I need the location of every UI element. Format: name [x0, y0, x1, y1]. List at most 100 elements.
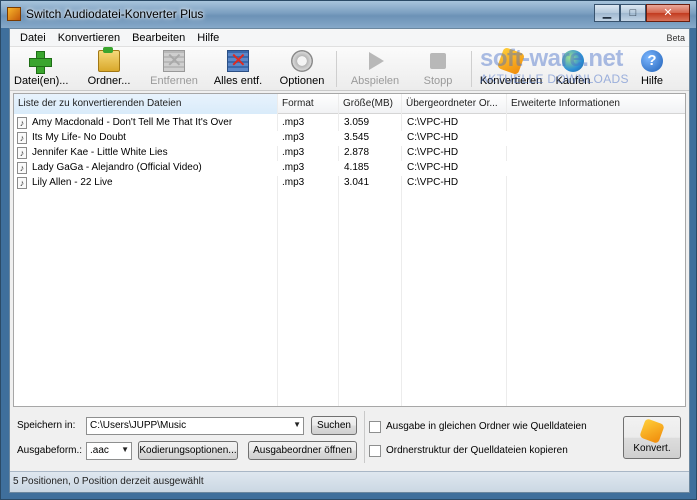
audio-file-icon: ♪: [17, 177, 27, 189]
stop-icon: [427, 50, 449, 72]
cell-folder: C:\VPC-HD: [407, 177, 459, 188]
folder-add-icon: [98, 47, 120, 72]
convert-icon: [496, 46, 526, 76]
open-output-folder-button[interactable]: Ausgabeordner öffnen: [248, 441, 357, 460]
globe-cart-icon: [562, 50, 584, 72]
close-button[interactable]: ✕: [646, 4, 690, 22]
table-row[interactable]: ♪ Lily Allen - 22 Live .mp3 3.041 C:\VPC…: [14, 176, 685, 191]
remove-all-button[interactable]: Alles entf.: [211, 48, 265, 89]
beta-badge: Beta: [666, 33, 685, 43]
cell-format: .mp3: [282, 177, 305, 188]
convert-toolbar-button[interactable]: Konvertieren: [478, 46, 544, 89]
cell-file-name: Amy Macdonald - Don't Tell Me That It's …: [32, 117, 233, 128]
audio-file-icon: ♪: [17, 147, 27, 159]
column-header-info[interactable]: Erweiterte Informationen: [507, 94, 685, 114]
search-button[interactable]: Suchen: [311, 416, 357, 435]
cell-info: [511, 116, 681, 131]
cell-size: 3.545: [344, 132, 370, 143]
cell-folder: C:\VPC-HD: [407, 117, 459, 128]
help-icon: ?: [641, 50, 663, 72]
menu-bar: Datei Konvertieren Bearbeiten Hilfe Beta: [10, 29, 689, 47]
app-logo-icon: [7, 7, 21, 21]
audio-file-icon: ♪: [17, 162, 27, 174]
play-icon: [364, 50, 386, 72]
column-header-folder[interactable]: Übergeordneter Or...: [402, 94, 506, 114]
output-format-label: Ausgabeform.:: [17, 445, 83, 456]
convert-button[interactable]: Konvert.: [623, 416, 681, 459]
copy-structure-label: Ordnerstruktur der Quelldateien kopieren: [386, 445, 568, 456]
cell-format: .mp3: [282, 117, 305, 128]
buy-button[interactable]: Kaufen: [550, 49, 596, 89]
toolbar: Datei(en)... Ordner... Entfernen Alles e…: [10, 45, 689, 91]
cell-folder: C:\VPC-HD: [407, 147, 459, 158]
same-folder-checkbox[interactable]: [369, 421, 381, 433]
remove-all-icon: [227, 48, 249, 73]
table-row[interactable]: ♪ Amy Macdonald - Don't Tell Me That It'…: [14, 116, 685, 131]
cell-size: 3.041: [344, 177, 370, 188]
table-row[interactable]: ♪ Jennifer Kae - Little White Lies .mp3 …: [14, 146, 685, 161]
status-text: 5 Positionen, 0 Position derzeit ausgewä…: [13, 476, 204, 487]
cell-info: [511, 161, 681, 176]
cell-file-name: Lily Allen - 22 Live: [32, 177, 113, 188]
convert-icon: [639, 418, 665, 444]
copy-structure-checkbox[interactable]: [369, 445, 381, 457]
cell-folder: C:\VPC-HD: [407, 162, 459, 173]
stop-button[interactable]: Stopp: [418, 49, 458, 89]
audio-file-icon: ♪: [17, 132, 27, 144]
remove-icon: [163, 48, 185, 73]
cell-size: 2.878: [344, 147, 370, 158]
status-bar: 5 Positionen, 0 Position derzeit ausgewä…: [10, 471, 689, 492]
cell-info: [511, 176, 681, 191]
cell-info: [511, 146, 681, 161]
output-settings-panel: Speichern in: C:\Users\JUPP\Music ▼ Such…: [13, 411, 686, 469]
cell-format: .mp3: [282, 147, 305, 158]
toolbar-separator: [471, 51, 472, 87]
menu-hilfe[interactable]: Hilfe: [191, 29, 225, 46]
minimize-button[interactable]: ▁: [594, 4, 620, 22]
table-row[interactable]: ♪ Lady GaGa - Alejandro (Official Video)…: [14, 161, 685, 176]
cell-format: .mp3: [282, 132, 305, 143]
menu-bearbeiten[interactable]: Bearbeiten: [126, 29, 191, 46]
cell-size: 4.185: [344, 162, 370, 173]
chevron-down-icon: ▼: [121, 445, 129, 454]
output-format-select[interactable]: .aac ▼: [86, 442, 132, 460]
window-title: Switch Audiodatei-Konverter Plus: [26, 7, 204, 21]
cell-file-name: Lady GaGa - Alejandro (Official Video): [32, 162, 202, 173]
options-button[interactable]: Optionen: [276, 49, 328, 89]
table-row[interactable]: ♪ Its My Life- No Doubt .mp3 3.545 C:\VP…: [14, 131, 685, 146]
wrench-options-icon: [291, 50, 313, 72]
save-in-label: Speichern in:: [17, 420, 76, 431]
cell-info: [511, 131, 681, 146]
save-in-combo[interactable]: C:\Users\JUPP\Music ▼: [86, 417, 304, 435]
app-window: Switch Audiodatei-Konverter Plus ▁ □ ✕ D…: [0, 0, 697, 500]
help-button[interactable]: ? Hilfe: [632, 49, 672, 89]
file-list[interactable]: Liste der zu konvertierenden Dateien For…: [13, 93, 686, 407]
remove-button[interactable]: Entfernen: [148, 48, 200, 89]
output-format-value: .aac: [90, 445, 109, 456]
same-folder-label: Ausgabe in gleichen Ordner wie Quelldate…: [386, 421, 587, 432]
cell-file-name: Its My Life- No Doubt: [32, 132, 126, 143]
chevron-down-icon: ▼: [293, 420, 301, 429]
add-folder-button[interactable]: Ordner...: [84, 47, 134, 89]
add-plus-icon: [28, 50, 52, 74]
menu-konvertieren[interactable]: Konvertieren: [52, 29, 126, 46]
title-bar[interactable]: Switch Audiodatei-Konverter Plus ▁ □ ✕: [1, 1, 696, 28]
column-header-size[interactable]: Größe(MB): [339, 94, 401, 114]
toolbar-separator: [336, 51, 337, 87]
cell-file-name: Jennifer Kae - Little White Lies: [32, 147, 168, 158]
encoding-options-button[interactable]: Kodierungsoptionen...: [138, 441, 238, 460]
column-header-file[interactable]: Liste der zu konvertierenden Dateien: [14, 94, 277, 114]
audio-file-icon: ♪: [17, 117, 27, 129]
play-button[interactable]: Abspielen: [347, 49, 403, 89]
cell-size: 3.059: [344, 117, 370, 128]
save-in-value: C:\Users\JUPP\Music: [90, 420, 187, 431]
convert-button-label: Konvert.: [633, 443, 671, 454]
add-files-button[interactable]: Datei(en)...: [14, 49, 68, 89]
cell-format: .mp3: [282, 162, 305, 173]
client-area: Datei Konvertieren Bearbeiten Hilfe Beta…: [9, 28, 690, 493]
menu-datei[interactable]: Datei: [14, 29, 52, 46]
file-list-header: Liste der zu konvertierenden Dateien For…: [14, 94, 685, 114]
maximize-button[interactable]: □: [620, 4, 646, 22]
column-header-format[interactable]: Format: [278, 94, 338, 114]
cell-folder: C:\VPC-HD: [407, 132, 459, 143]
